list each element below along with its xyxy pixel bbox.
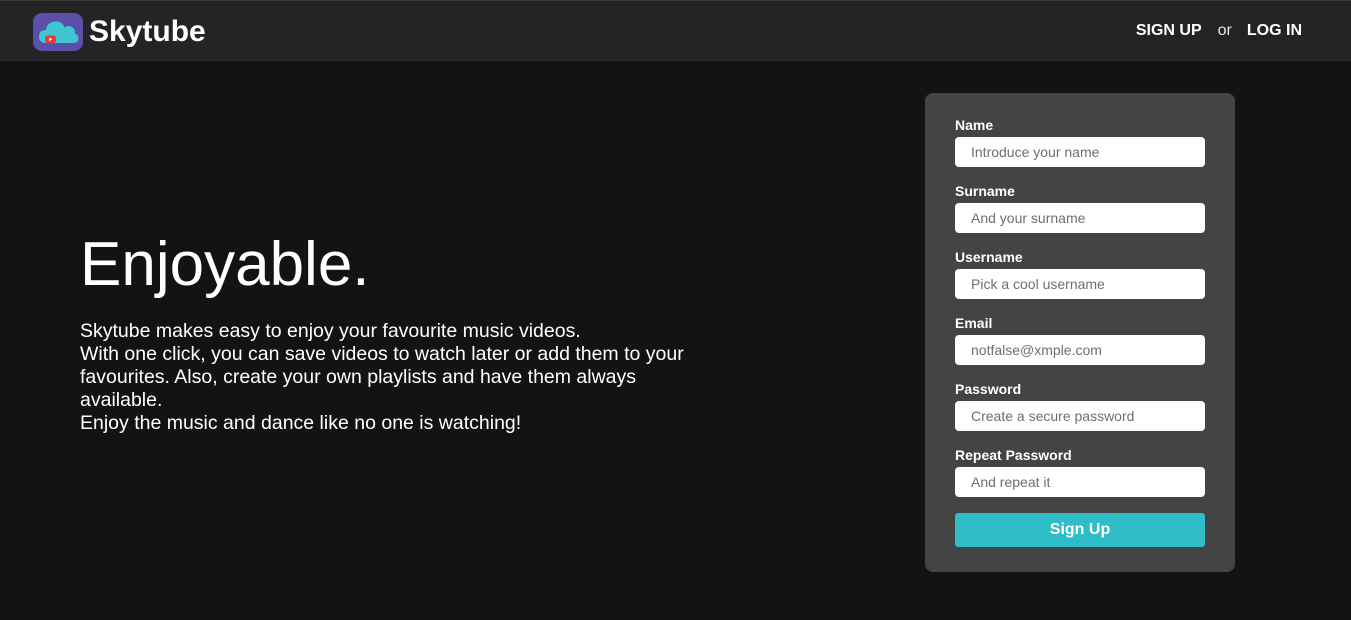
repeat-password-label: Repeat Password [955, 447, 1072, 463]
hero-description: Skytube makes easy to enjoy your favouri… [80, 320, 720, 435]
signup-form: Name Surname Username Email Password Rep… [925, 93, 1235, 572]
hero-title: Enjoyable. [80, 230, 370, 299]
username-label: Username [955, 249, 1023, 265]
surname-input[interactable] [955, 203, 1205, 233]
hero-paragraph: Skytube makes easy to enjoy your favouri… [80, 320, 581, 342]
or-separator: or [1217, 22, 1232, 39]
name-label: Name [955, 117, 994, 133]
password-input[interactable] [955, 401, 1205, 431]
hero-paragraph: Enjoy the music and dance like no one is… [80, 412, 522, 434]
brand-home-link[interactable]: Skytube [33, 12, 206, 52]
repeat-password-input[interactable] [955, 467, 1205, 497]
top-navbar: Skytube SIGN UP or LOG IN [0, 0, 1351, 61]
hero-paragraph: With one click, you can save videos to w… [80, 343, 684, 411]
surname-label: Surname [955, 183, 1015, 199]
email-input[interactable] [955, 335, 1205, 365]
username-input[interactable] [955, 269, 1205, 299]
signup-link[interactable]: SIGN UP [1136, 22, 1202, 40]
login-link[interactable]: LOG IN [1247, 22, 1302, 40]
brand-name: Skytube [89, 15, 206, 48]
cloud-play-icon [33, 13, 83, 51]
email-label: Email [955, 315, 993, 331]
name-input[interactable] [955, 137, 1205, 167]
auth-links: SIGN UP or LOG IN [1136, 22, 1302, 40]
signup-submit-button[interactable]: Sign Up [955, 513, 1205, 547]
password-label: Password [955, 381, 1022, 397]
